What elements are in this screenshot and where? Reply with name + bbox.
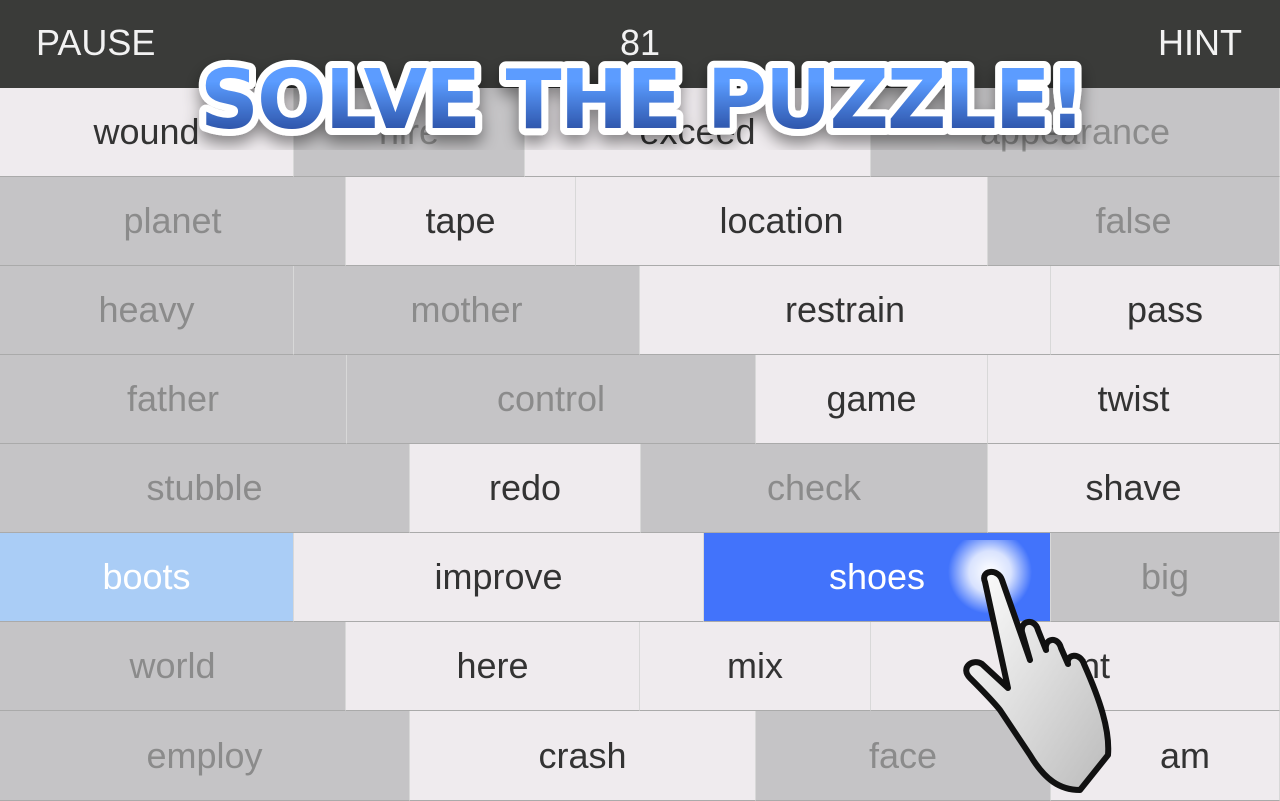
word-tile[interactable]: restrain xyxy=(640,266,1051,355)
word-tile[interactable]: tape xyxy=(346,177,576,266)
word-tile[interactable]: father xyxy=(0,355,347,444)
word-tile[interactable]: crash xyxy=(410,711,756,801)
word-tile[interactable]: location xyxy=(576,177,988,266)
word-tile[interactable]: boots xyxy=(0,533,294,622)
word-label: redo xyxy=(488,467,562,508)
word-tile[interactable]: heavy xyxy=(0,266,294,355)
word-label: pass xyxy=(1126,289,1204,330)
word-label: shoes xyxy=(828,556,926,597)
word-tile[interactable]: employ xyxy=(0,711,410,801)
word-tile[interactable]: planet xyxy=(0,177,346,266)
word-label: false xyxy=(1095,200,1172,241)
word-label: twist xyxy=(1097,378,1170,419)
solve-banner: SOLVE THE PUZZLE! xyxy=(193,46,1093,150)
word-tile[interactable]: world xyxy=(0,622,346,711)
word-tile[interactable]: shave xyxy=(988,444,1280,533)
word-label: check xyxy=(766,467,862,508)
word-label: stubble xyxy=(146,467,263,508)
word-tile[interactable]: control xyxy=(347,355,756,444)
word-label: am xyxy=(1159,734,1210,776)
word-label: control xyxy=(496,378,606,419)
banner-text: SOLVE THE PUZZLE! xyxy=(200,53,1084,148)
word-tile[interactable]: redo xyxy=(410,444,641,533)
hand-pointer-icon xyxy=(948,540,1112,793)
word-tile[interactable]: pass xyxy=(1051,266,1280,355)
word-label: world xyxy=(129,645,216,686)
word-label: crash xyxy=(538,734,627,776)
word-label: restrain xyxy=(784,289,906,330)
word-label: here xyxy=(456,645,529,686)
word-label: father xyxy=(126,378,220,419)
word-tile[interactable]: stubble xyxy=(0,444,410,533)
word-label: shave xyxy=(1085,467,1182,508)
word-label: employ xyxy=(146,734,263,776)
word-tile[interactable]: here xyxy=(346,622,640,711)
word-tile[interactable]: check xyxy=(641,444,988,533)
word-tile[interactable]: mother xyxy=(294,266,640,355)
word-tile[interactable]: twist xyxy=(988,355,1280,444)
word-label: boots xyxy=(102,556,191,597)
word-label: tape xyxy=(425,200,496,241)
word-tile[interactable]: false xyxy=(988,177,1280,266)
word-label: heavy xyxy=(98,289,195,330)
word-label: mix xyxy=(727,645,783,686)
word-tile[interactable]: improve xyxy=(294,533,704,622)
word-tile[interactable]: mix xyxy=(640,622,871,711)
word-label: location xyxy=(719,200,844,241)
word-label: mother xyxy=(410,289,523,330)
word-label: game xyxy=(826,378,917,419)
word-label: planet xyxy=(123,200,222,241)
word-tile[interactable]: game xyxy=(756,355,988,444)
word-label: big xyxy=(1140,556,1190,597)
word-label: face xyxy=(868,734,938,776)
word-label: improve xyxy=(434,556,563,597)
